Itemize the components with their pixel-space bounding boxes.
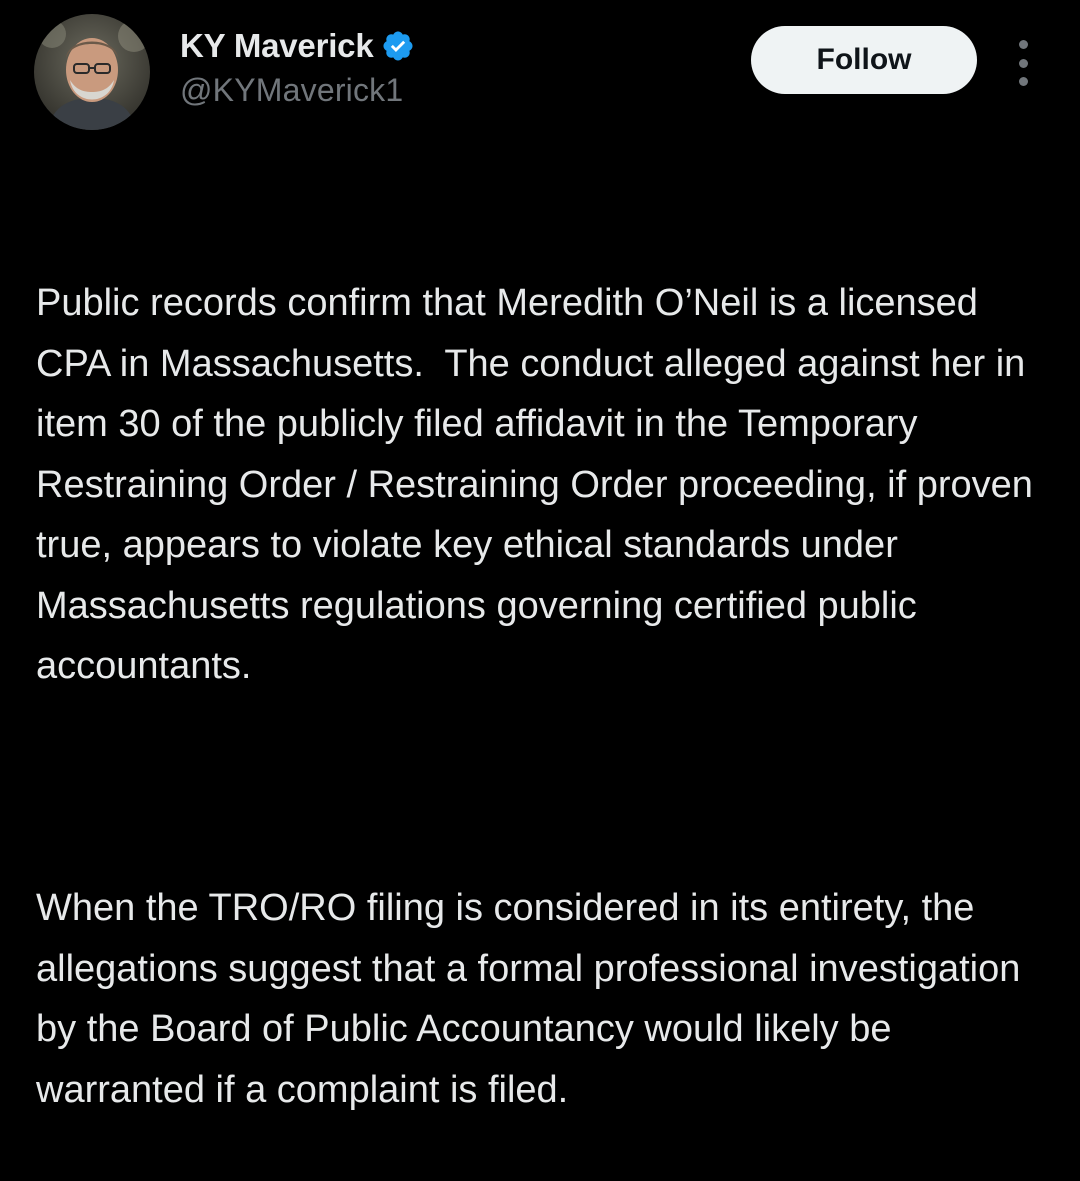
more-dot (1018, 58, 1028, 68)
follow-button[interactable]: Follow (751, 26, 977, 94)
display-name[interactable]: KY Maverick (180, 27, 374, 65)
avatar-image (34, 14, 150, 130)
avatar[interactable] (34, 14, 150, 130)
name-row: KY Maverick (180, 24, 415, 68)
more-options-icon[interactable] (1009, 40, 1037, 86)
tweet-header: KY Maverick @KYMaverick1 Follow (0, 0, 1080, 140)
more-dot (1018, 40, 1028, 49)
tweet-text: Public records confirm that Meredith O’N… (36, 152, 1046, 1181)
tweet-paragraph: When the TRO/RO filing is considered in … (36, 887, 1031, 1111)
user-handle[interactable]: @KYMaverick1 (180, 72, 415, 109)
author-block: KY Maverick @KYMaverick1 (180, 24, 415, 109)
tweet-paragraph: Public records confirm that Meredith O’N… (36, 282, 1044, 687)
verified-badge-icon[interactable] (381, 29, 415, 63)
more-dot (1018, 77, 1028, 86)
